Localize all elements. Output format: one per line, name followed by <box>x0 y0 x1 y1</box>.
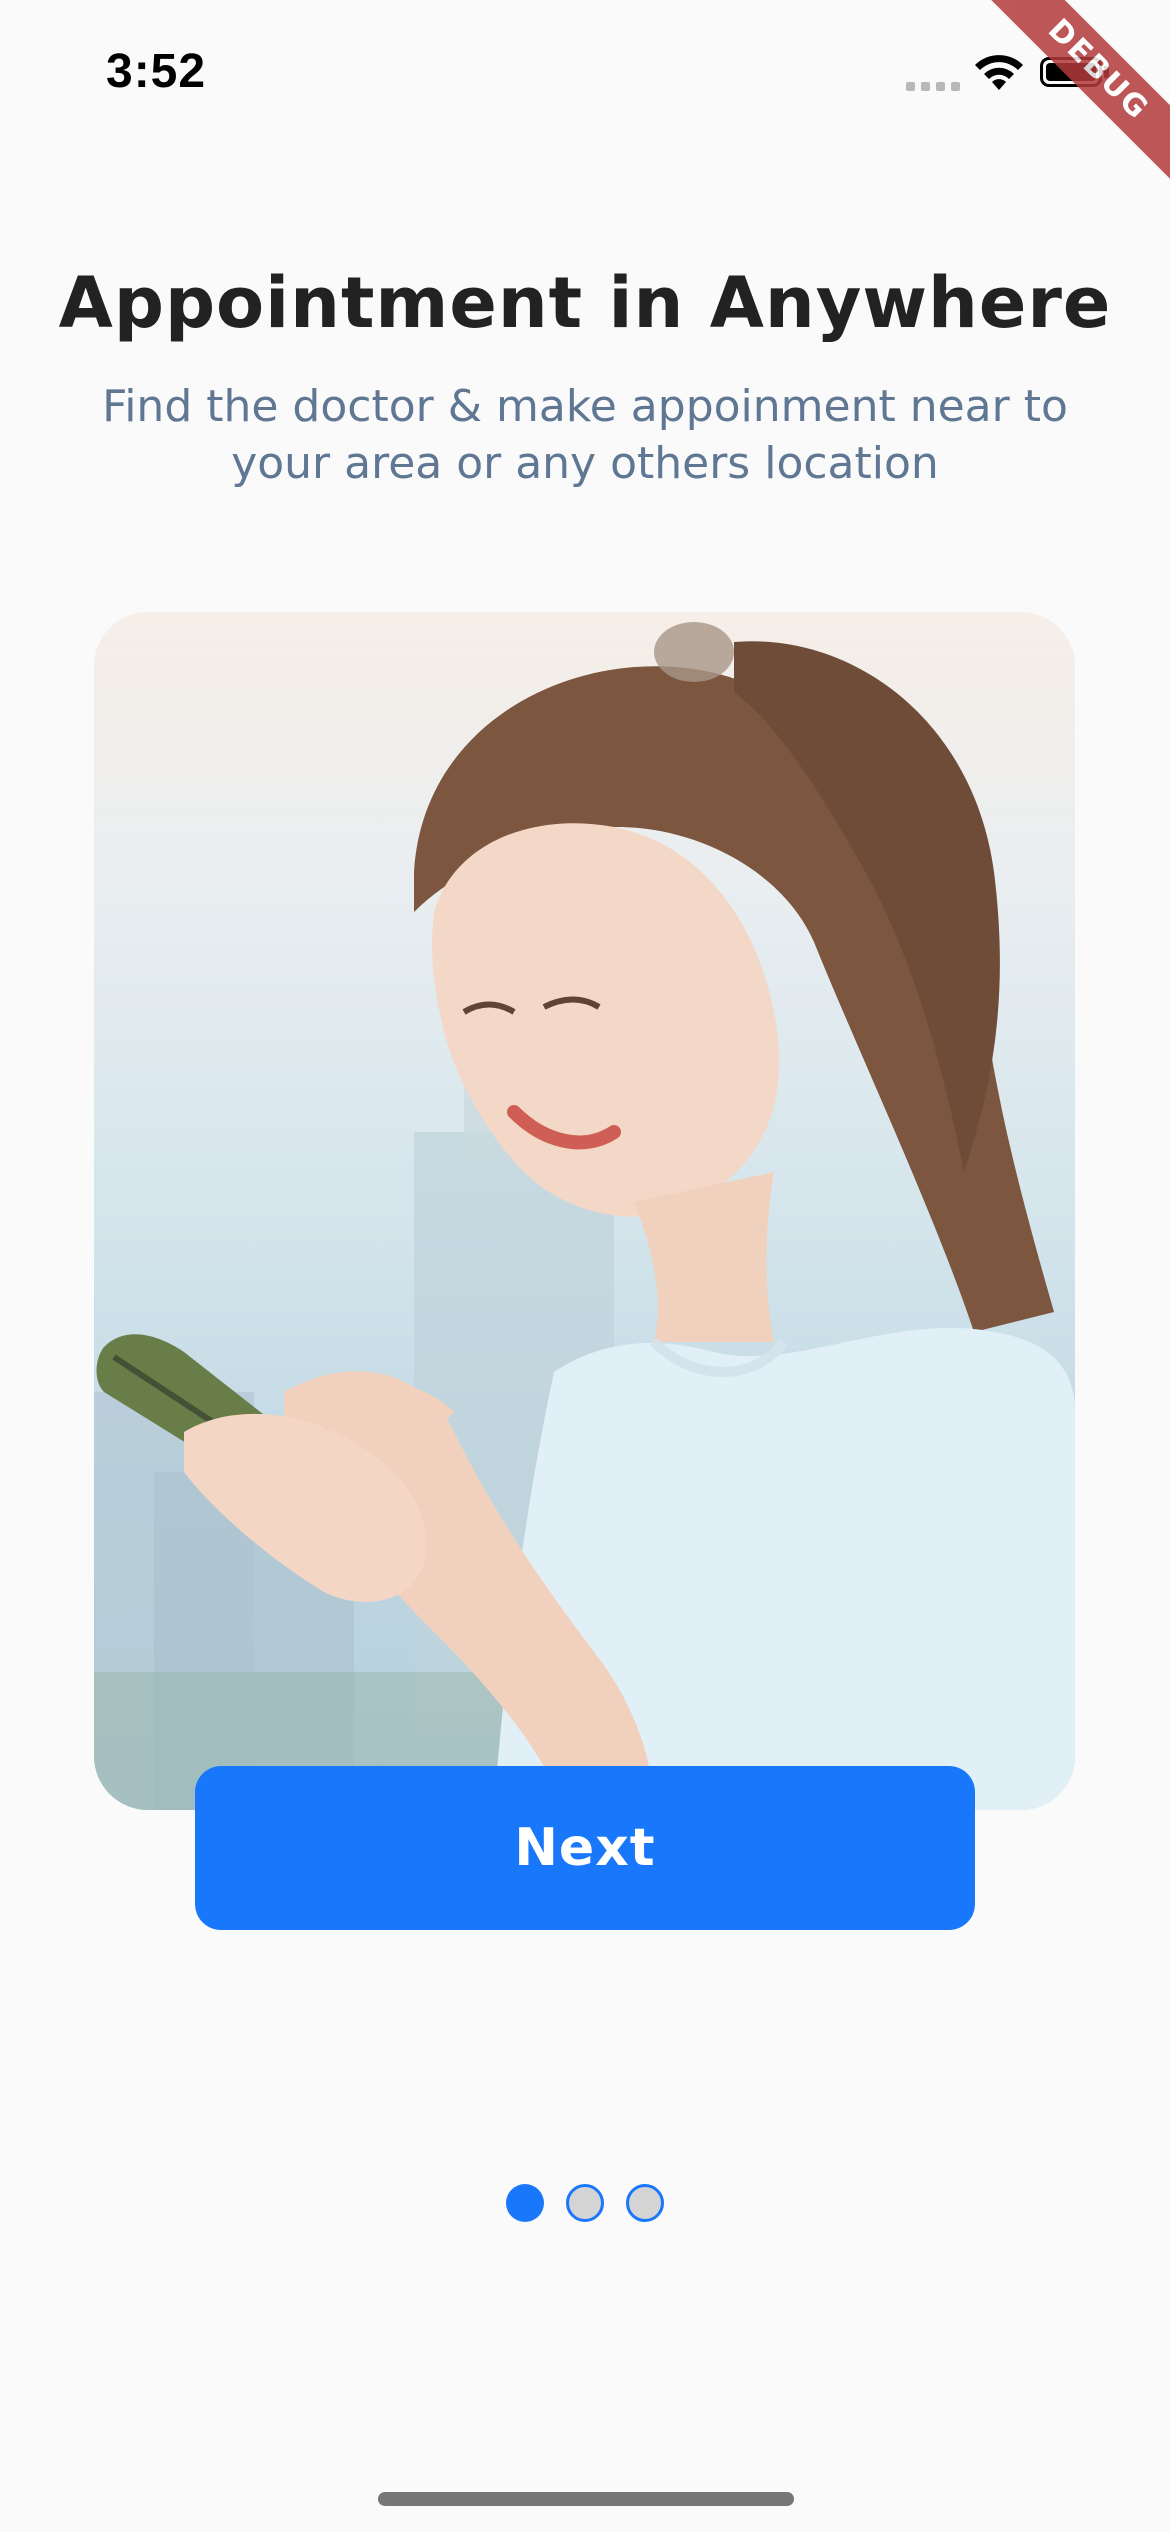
status-bar: 3:52 <box>0 0 1170 150</box>
page-dot-1[interactable] <box>506 2184 544 2222</box>
page-indicator <box>0 2184 1170 2222</box>
next-button[interactable]: Next <box>195 1766 975 1930</box>
battery-tip <box>1104 66 1109 78</box>
battery-icon <box>1040 57 1102 87</box>
home-indicator[interactable] <box>378 2492 794 2506</box>
wifi-icon <box>975 55 1023 90</box>
page-dot-3[interactable] <box>626 2184 664 2222</box>
hero-image <box>94 612 1075 1810</box>
onboarding-title: Appointment in Anywhere <box>58 262 1112 344</box>
status-time: 3:52 <box>106 45 207 98</box>
woman-with-phone-illustration <box>94 612 1075 1810</box>
onboarding-subtitle: Find the doctor & make appoinment near t… <box>102 381 1068 489</box>
cellular-signal-icon <box>906 82 960 91</box>
page-dot-2[interactable] <box>566 2184 604 2222</box>
